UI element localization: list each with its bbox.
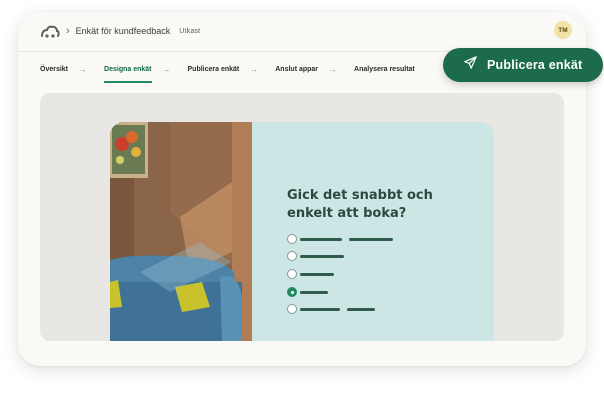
cloud-logo-icon[interactable] [40, 23, 60, 39]
question-panel: Gick det snabbt och enkelt att boka? [252, 122, 494, 341]
radio-button-selected[interactable] [287, 287, 297, 297]
answer-option[interactable] [287, 269, 334, 279]
answer-option[interactable] [287, 304, 375, 314]
arrow-right-icon: → [161, 64, 171, 74]
tab-label: Designa enkät [104, 65, 152, 73]
placeholder-text-line [300, 254, 344, 258]
arrow-right-icon: → [78, 64, 88, 74]
arrow-right-icon: → [249, 64, 259, 74]
tab-anslut-appar[interactable]: Anslut appar → [275, 52, 354, 86]
tab-publicera-enkat[interactable]: Publicera enkät → [188, 52, 276, 86]
send-icon [464, 56, 477, 74]
living-room-photo [110, 122, 252, 341]
tab-designa-enkat[interactable]: Designa enkät → [104, 52, 187, 86]
avatar[interactable]: TM [554, 21, 572, 39]
tab-oversikt[interactable]: Översikt → [40, 52, 104, 86]
tab-label: Analysera resultat [354, 65, 415, 73]
tab-analysera-resultat[interactable]: Analysera resultat [354, 52, 415, 86]
answer-option[interactable] [287, 251, 344, 261]
radio-button[interactable] [287, 234, 297, 244]
publish-button-label: Publicera enkät [487, 58, 583, 72]
arrow-right-icon: → [328, 64, 338, 74]
design-canvas: Gick det snabbt och enkelt att boka? [40, 93, 564, 341]
status-badge: Utkast [179, 27, 201, 35]
tab-label: Översikt [40, 65, 69, 73]
placeholder-text-line [300, 290, 328, 294]
tab-label: Publicera enkät [187, 65, 240, 73]
answer-option[interactable] [287, 287, 328, 297]
survey-question: Gick det snabbt och enkelt att boka? [287, 188, 433, 221]
publish-survey-button[interactable]: Publicera enkät [443, 48, 603, 82]
placeholder-text-line [347, 307, 375, 311]
radio-button[interactable] [287, 269, 297, 279]
step-tabs: Översikt → Designa enkät → Publicera enk… [40, 52, 415, 86]
top-bar: › Enkät för kundfeedback Utkast TM [18, 12, 586, 50]
survey-preview-card[interactable]: Gick det snabbt och enkelt att boka? [110, 122, 494, 341]
placeholder-text-line [300, 307, 340, 311]
tab-label: Anslut appar [275, 65, 319, 73]
placeholder-text-line [300, 237, 342, 241]
radio-button[interactable] [287, 304, 297, 314]
breadcrumb-survey-name[interactable]: Enkät för kundfeedback [76, 26, 171, 36]
placeholder-text-line [300, 272, 334, 276]
chevron-right-icon: › [66, 25, 70, 37]
radio-button[interactable] [287, 251, 297, 261]
answer-option[interactable] [287, 234, 393, 244]
placeholder-text-line [349, 237, 393, 241]
